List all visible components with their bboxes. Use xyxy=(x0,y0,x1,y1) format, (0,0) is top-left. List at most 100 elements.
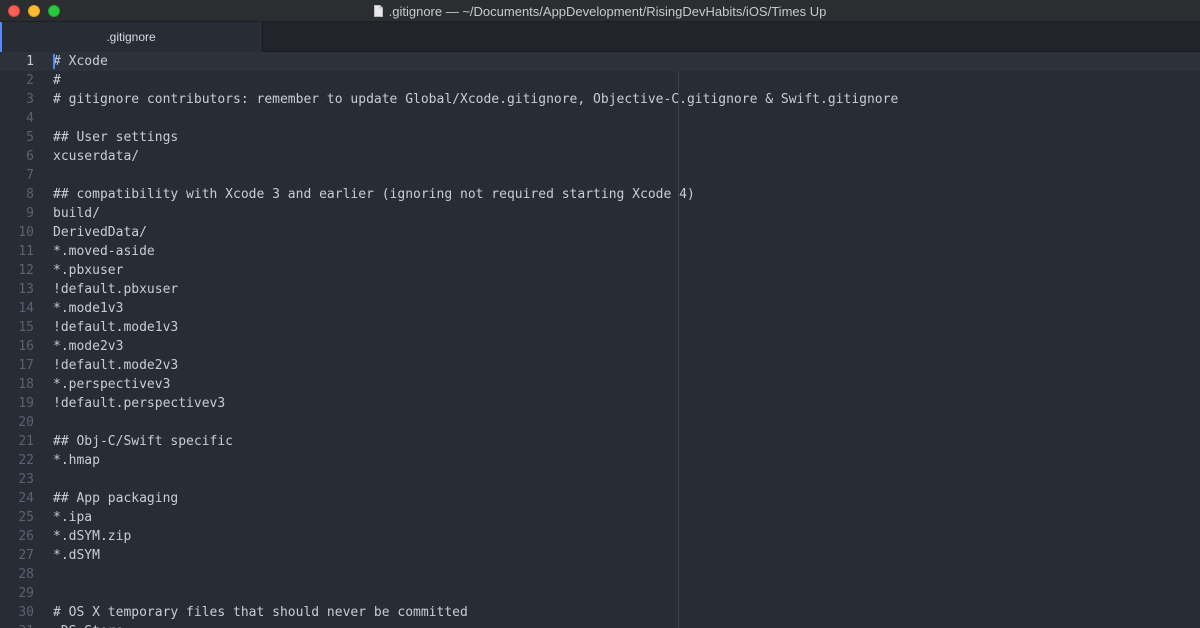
line-text: *.moved-aside xyxy=(53,244,155,259)
line-text: *.perspectivev3 xyxy=(53,377,171,392)
editor-line[interactable]: 14 *.mode1v3 xyxy=(0,299,1200,318)
line-number: 11 xyxy=(18,244,34,259)
editor-line[interactable]: 9 build/ xyxy=(0,204,1200,223)
line-text: # Xcode xyxy=(53,54,108,69)
editor-line[interactable]: 2 # xyxy=(0,71,1200,90)
editor-line[interactable]: 31 .DS_Store xyxy=(0,622,1200,628)
line-text: !default.perspectivev3 xyxy=(53,396,226,411)
line-text: xcuserdata/ xyxy=(53,149,140,164)
line-text: *.ipa xyxy=(53,510,93,525)
editor-line[interactable]: 21 ## Obj-C/Swift specific xyxy=(0,432,1200,451)
line-text: !default.pbxuser xyxy=(53,282,179,297)
editor-line[interactable]: 8 ## compatibility with Xcode 3 and earli… xyxy=(0,185,1200,204)
line-text: *.dSYM.zip xyxy=(53,529,132,544)
line-number: 20 xyxy=(18,415,34,430)
line-number: 3 xyxy=(26,92,34,107)
line-text: .DS_Store xyxy=(53,624,123,628)
zoom-window-button[interactable] xyxy=(48,5,60,17)
line-number: 7 xyxy=(26,168,34,183)
line-number: 17 xyxy=(18,358,34,373)
line-text: *.mode2v3 xyxy=(53,339,124,354)
editor-line[interactable]: 22 *.hmap xyxy=(0,451,1200,470)
editor-line[interactable]: 18 *.perspectivev3 xyxy=(0,375,1200,394)
line-number: 2 xyxy=(26,73,34,88)
line-text: build/ xyxy=(53,206,100,221)
window-title: .gitignore — ~/Documents/AppDevelopment/… xyxy=(388,3,827,19)
tab-label: .gitignore xyxy=(106,30,156,44)
editor-line[interactable]: 4 xyxy=(0,109,1200,128)
line-number: 13 xyxy=(18,282,34,297)
line-number: 16 xyxy=(18,339,34,354)
line-number: 27 xyxy=(18,548,34,563)
editor-window: .gitignore — ~/Documents/AppDevelopment/… xyxy=(0,0,1200,628)
editor-line[interactable]: 23 xyxy=(0,470,1200,489)
line-number: 24 xyxy=(18,491,34,506)
text-cursor xyxy=(53,54,55,69)
line-text: *.pbxuser xyxy=(53,263,124,278)
line-number: 15 xyxy=(18,320,34,335)
line-number: 14 xyxy=(18,301,34,316)
line-number: 18 xyxy=(18,377,34,392)
minimize-window-button[interactable] xyxy=(28,5,40,17)
editor-line[interactable]: 3 # gitignore contributors: remember to u… xyxy=(0,90,1200,109)
line-number: 9 xyxy=(26,206,34,221)
line-text: ## Obj-C/Swift specific xyxy=(53,434,234,449)
line-number: 1 xyxy=(26,54,34,69)
tab-bar: .gitignore xyxy=(0,22,1200,52)
line-number: 21 xyxy=(18,434,34,449)
line-text: # xyxy=(53,73,61,88)
editor-line[interactable]: 28 xyxy=(0,565,1200,584)
line-number: 19 xyxy=(18,396,34,411)
active-tab-indicator xyxy=(0,22,2,52)
editor-line[interactable]: 27 *.dSYM xyxy=(0,546,1200,565)
editor-line[interactable]: 20 xyxy=(0,413,1200,432)
line-number: 30 xyxy=(18,605,34,620)
line-text: # OS X temporary files that should never… xyxy=(53,605,468,620)
line-text: ## App packaging xyxy=(53,491,179,506)
editor-line[interactable]: 15 !default.mode1v3 xyxy=(0,318,1200,337)
editor-line[interactable]: 16 *.mode2v3 xyxy=(0,337,1200,356)
line-number: 5 xyxy=(26,130,34,145)
line-number: 28 xyxy=(18,567,34,582)
line-text: *.dSYM xyxy=(53,548,100,563)
line-number: 10 xyxy=(18,225,34,240)
line-number: 25 xyxy=(18,510,34,525)
document-icon xyxy=(373,5,383,17)
line-number: 26 xyxy=(18,529,34,544)
editor-line[interactable]: 19 !default.perspectivev3 xyxy=(0,394,1200,413)
editor-line[interactable]: 29 xyxy=(0,584,1200,603)
editor-line[interactable]: 25 *.ipa xyxy=(0,508,1200,527)
title-bar[interactable]: .gitignore — ~/Documents/AppDevelopment/… xyxy=(0,0,1200,22)
line-number: 12 xyxy=(18,263,34,278)
line-text: ## compatibility with Xcode 3 and earlie… xyxy=(53,187,695,202)
text-editor[interactable]: 1 # Xcode 2 #3 # gitignore contributors: rem… xyxy=(0,52,1200,628)
close-window-button[interactable] xyxy=(8,5,20,17)
editor-line[interactable]: 30 # OS X temporary files that should nev… xyxy=(0,603,1200,622)
line-number: 23 xyxy=(18,472,34,487)
line-number: 29 xyxy=(18,586,34,601)
editor-line[interactable]: 1 # Xcode xyxy=(0,52,1200,71)
line-text: !default.mode2v3 xyxy=(53,358,179,373)
editor-line[interactable]: 10 DerivedData/ xyxy=(0,223,1200,242)
editor-line[interactable]: 13 !default.pbxuser xyxy=(0,280,1200,299)
editor-line[interactable]: 12 *.pbxuser xyxy=(0,261,1200,280)
editor-line[interactable]: 6 xcuserdata/ xyxy=(0,147,1200,166)
line-number: 4 xyxy=(26,111,34,126)
line-text: !default.mode1v3 xyxy=(53,320,179,335)
line-text: ## User settings xyxy=(53,130,179,145)
editor-line[interactable]: 7 xyxy=(0,166,1200,185)
line-text: *.mode1v3 xyxy=(53,301,124,316)
tab-gitignore[interactable]: .gitignore xyxy=(0,22,263,52)
line-text: *.hmap xyxy=(53,453,100,468)
editor-line[interactable]: 17 !default.mode2v3 xyxy=(0,356,1200,375)
line-text: # gitignore contributors: remember to up… xyxy=(53,92,899,107)
line-text: DerivedData/ xyxy=(53,225,147,240)
line-number: 6 xyxy=(26,149,34,164)
editor-line[interactable]: 24 ## App packaging xyxy=(0,489,1200,508)
line-number: 31 xyxy=(0,624,34,628)
editor-line[interactable]: 5 ## User settings xyxy=(0,128,1200,147)
editor-line[interactable]: 11 *.moved-aside xyxy=(0,242,1200,261)
line-number: 8 xyxy=(26,187,34,202)
editor-line[interactable]: 26 *.dSYM.zip xyxy=(0,527,1200,546)
editor-lines: 1 # Xcode 2 #3 # gitignore contributors: rem… xyxy=(0,52,1200,628)
